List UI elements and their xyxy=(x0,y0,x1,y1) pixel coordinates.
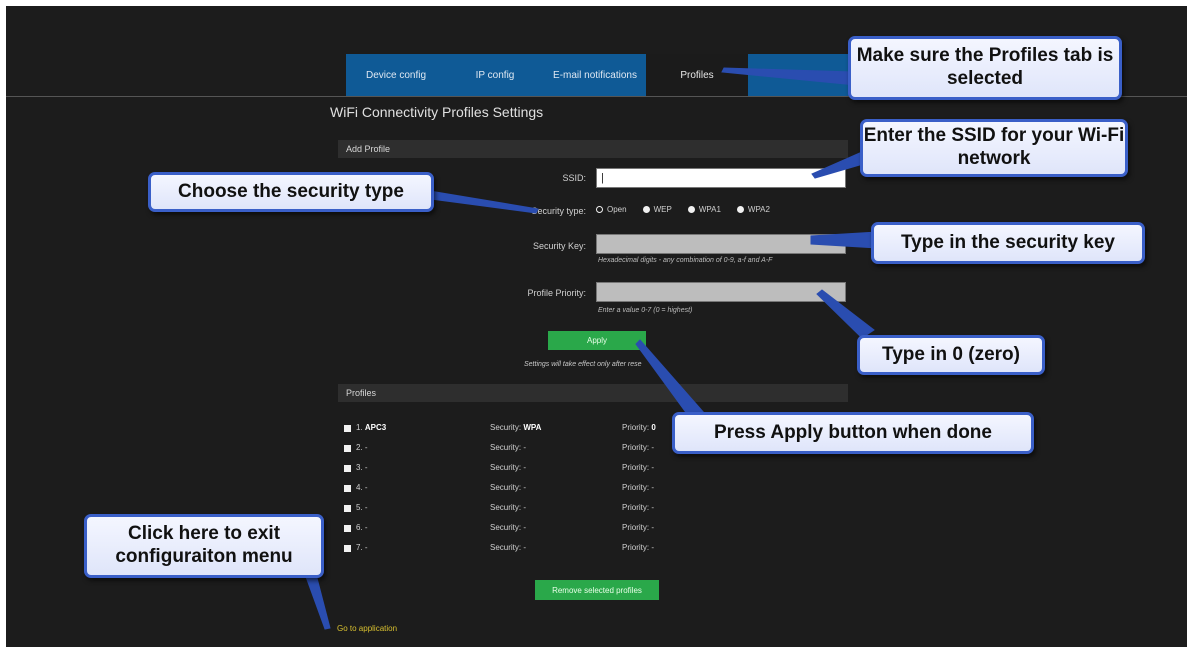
callout-ssid: Enter the SSID for your Wi-Fi network xyxy=(860,119,1128,177)
callout-apply: Press Apply button when done xyxy=(672,412,1034,454)
arrow-profiles-tab xyxy=(721,67,868,87)
arrow-apply xyxy=(635,339,706,419)
callout-security-type: Choose the security type xyxy=(148,172,434,212)
arrow-security-key xyxy=(810,231,878,249)
arrow-priority xyxy=(816,289,875,339)
callout-profiles-tab: Make sure the Profiles tab is selected xyxy=(848,36,1122,100)
callout-priority: Type in 0 (zero) xyxy=(857,335,1045,375)
arrow-exit xyxy=(304,573,331,630)
callout-security-key: Type in the security key xyxy=(871,222,1145,264)
callout-exit: Click here to exit configuraiton menu xyxy=(84,514,324,578)
